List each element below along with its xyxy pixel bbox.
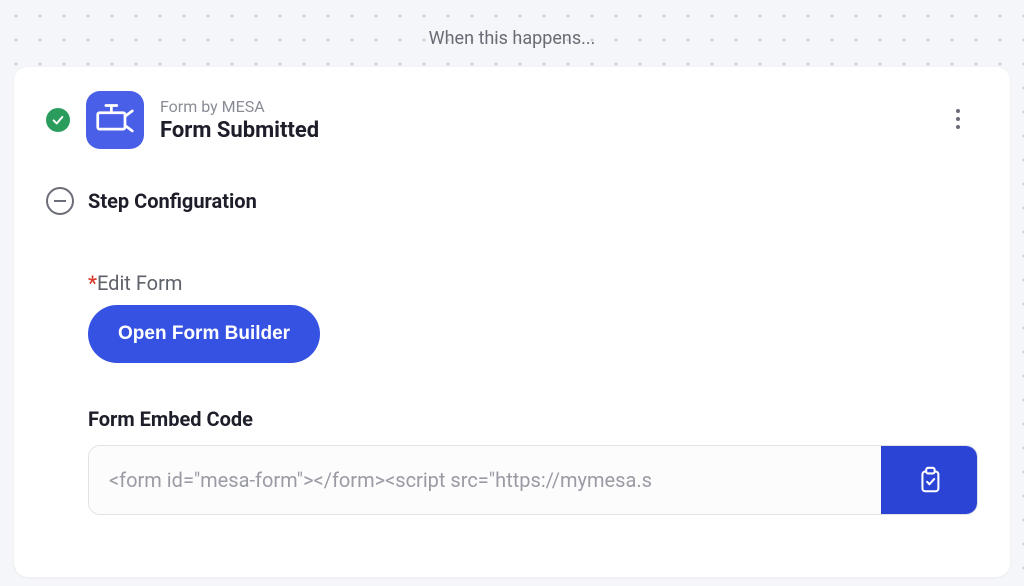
minus-icon [54, 200, 66, 203]
embed-code-label: Form Embed Code [88, 407, 978, 431]
copy-button[interactable] [881, 446, 977, 514]
form-app-icon [86, 91, 144, 149]
step-header: Form by MESA Form Submitted [46, 91, 978, 149]
check-icon [46, 108, 70, 132]
app-name: Form by MESA [160, 97, 319, 116]
collapse-toggle[interactable] [46, 187, 74, 215]
required-asterisk: * [88, 271, 97, 295]
step-titles: Form by MESA Form Submitted [160, 97, 319, 143]
section-title: Step Configuration [88, 189, 257, 213]
embed-code-input[interactable] [89, 446, 881, 514]
trigger-heading: When this happens... [0, 0, 1024, 49]
config-body: *Edit Form Open Form Builder Form Embed … [88, 271, 978, 515]
section-header: Step Configuration [46, 187, 978, 215]
edit-form-label-text: Edit Form [97, 271, 182, 295]
event-name: Form Submitted [160, 118, 319, 143]
step-card: Form by MESA Form Submitted Step Configu… [14, 67, 1010, 577]
embed-code-row [88, 445, 978, 515]
open-form-builder-button[interactable]: Open Form Builder [88, 305, 320, 363]
edit-form-label: *Edit Form [88, 271, 978, 295]
more-options-icon[interactable] [946, 105, 970, 133]
clipboard-icon [914, 465, 944, 495]
